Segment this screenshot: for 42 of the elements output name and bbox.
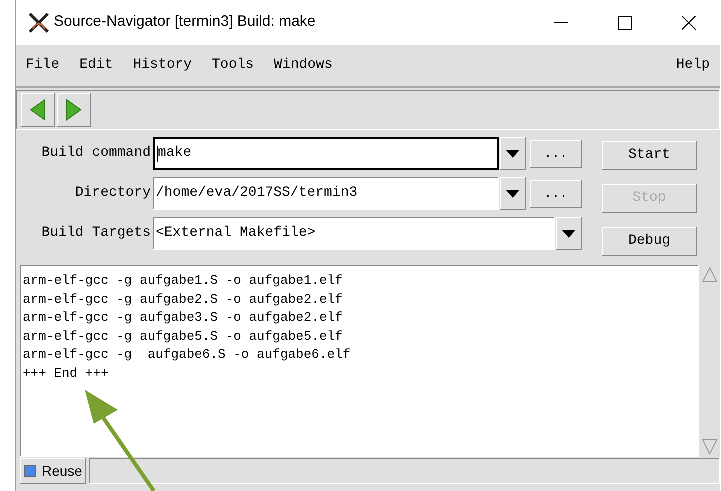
dropdown-caret-icon	[506, 190, 520, 198]
dropdown-caret-icon	[506, 150, 520, 158]
dropdown-button[interactable]	[500, 177, 526, 210]
menu-item[interactable]: Help	[676, 55, 710, 76]
left-triangle-icon	[30, 99, 46, 121]
field-label: Build Targets	[40, 224, 152, 243]
output-line: arm-elf-gcc -g aufgabe3.S -o aufgabe2.elf	[23, 309, 344, 327]
input-value: /home/eva/2017SS/termin3	[156, 184, 358, 203]
input-field[interactable]: /home/eva/2017SS/termin3	[153, 177, 499, 210]
output-line: arm-elf-gcc -g aufgabe1.S -o aufgabe1.elf	[23, 272, 344, 290]
menu-item[interactable]: File	[26, 55, 60, 76]
menu-item[interactable]: Windows	[274, 55, 333, 76]
field-label: Build command	[40, 144, 152, 163]
dropdown-button[interactable]	[500, 137, 526, 170]
browse-button[interactable]: ...	[530, 140, 582, 168]
dropdown-button[interactable]	[556, 217, 582, 250]
input-field[interactable]: make	[153, 137, 499, 170]
right-triangle-icon	[66, 99, 82, 121]
minimize-icon[interactable]	[554, 22, 568, 24]
action-button[interactable]: Debug	[602, 227, 697, 256]
forward-button[interactable]	[57, 93, 91, 127]
menu-item[interactable]: History	[133, 55, 192, 76]
output-line: arm-elf-gcc -g aufgabe5.S -o aufgabe5.elf	[23, 328, 344, 346]
menu-item[interactable]: Edit	[80, 55, 114, 76]
x-logo-icon	[28, 12, 50, 34]
output-line: arm-elf-gcc -g aufgabe2.S -o aufgabe2.elf	[23, 290, 344, 308]
input-value: make	[158, 144, 192, 163]
action-button[interactable]: Start	[602, 141, 697, 170]
close-icon[interactable]	[682, 16, 696, 30]
back-button[interactable]	[21, 93, 55, 127]
maximize-icon[interactable]	[618, 16, 632, 30]
checkbox-indicator[interactable]	[24, 465, 36, 477]
output-line: arm-elf-gcc -g aufgabe6.S -o aufgabe6.elf	[23, 346, 352, 364]
window-title: Source-Navigator [termin3] Build: make	[54, 12, 316, 32]
dropdown-caret-icon	[562, 230, 576, 238]
output-line: +++ End +++	[23, 364, 110, 382]
menu-item[interactable]: Tools	[212, 55, 254, 76]
field-label: Directory	[74, 184, 152, 203]
browse-button[interactable]: ...	[530, 180, 582, 208]
input-value: <External Makefile>	[156, 224, 316, 243]
input-field[interactable]: <External Makefile>	[153, 217, 555, 250]
reuse-checkbox[interactable]: Reuse	[20, 458, 86, 484]
